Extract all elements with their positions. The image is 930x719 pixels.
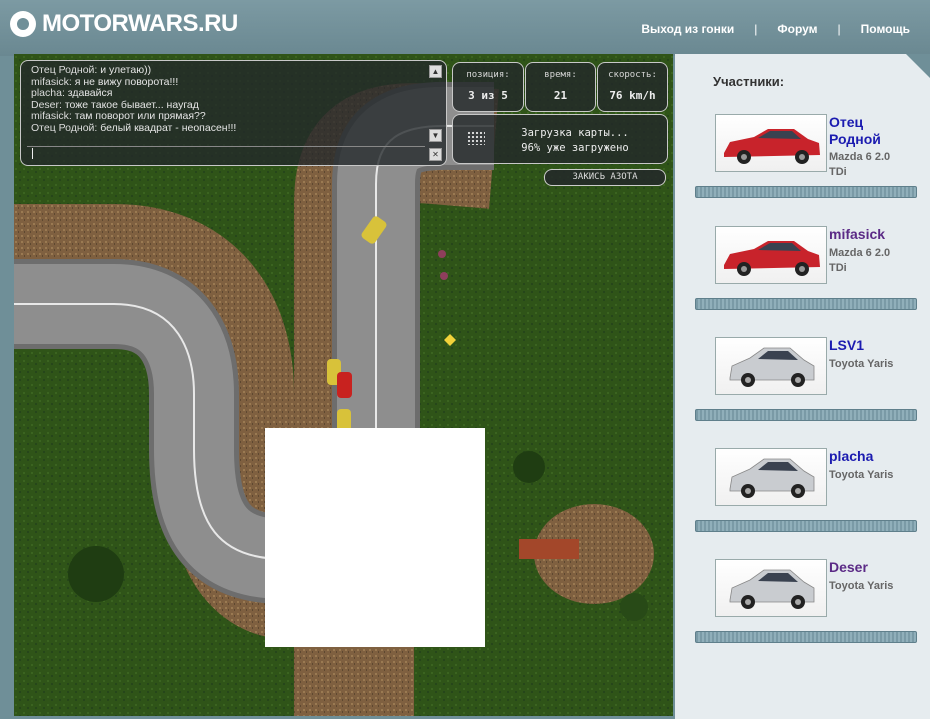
- participants-title: Участники:: [713, 74, 785, 89]
- logo-icon: [10, 11, 36, 37]
- logo-text: MOTORWARS.RU: [42, 10, 238, 37]
- text-caret: [32, 148, 33, 159]
- site-logo[interactable]: MOTORWARS.RU: [10, 10, 238, 38]
- participant-car: Toyota Yaris: [829, 358, 894, 370]
- participant-card[interactable]: placha Toyota Yaris: [695, 448, 917, 532]
- position-panel: позиция: 3 из 5: [452, 62, 524, 112]
- time-panel: время: 21: [525, 62, 596, 112]
- speed-value: 76 km/h: [609, 89, 656, 102]
- sedan-car-icon: [724, 129, 820, 164]
- car-thumbnail: [715, 559, 827, 617]
- close-icon[interactable]: ✕: [429, 148, 442, 161]
- participant-card[interactable]: mifasick Mazda 6 2.0 TDi: [695, 226, 917, 310]
- time-value: 21: [553, 89, 568, 102]
- car-thumbnail: [715, 448, 827, 506]
- participant-car: Mazda 6 2.0 TDi: [829, 247, 891, 274]
- loading-status: 96% уже загружено: [521, 142, 629, 154]
- chat-messages: Отец Родной: и улетаю)) mifasick: я не в…: [31, 64, 237, 135]
- hatchback-car-icon: [729, 458, 815, 498]
- participant-name[interactable]: placha: [829, 448, 915, 465]
- participant-progress-bar: [695, 298, 917, 310]
- participant-progress-bar: [695, 520, 917, 532]
- sedan-car-icon: [724, 241, 820, 276]
- participant-card[interactable]: LSV1 Toyota Yaris: [695, 337, 917, 421]
- participant-card[interactable]: Deser Toyota Yaris: [695, 559, 917, 643]
- nitro-button[interactable]: ЗАКИСЬ АЗОТА: [544, 169, 666, 186]
- nav-separator: |: [754, 22, 758, 36]
- participant-card[interactable]: Отец Родной Mazda 6 2.0 TDi: [695, 114, 917, 198]
- position-label: позиция:: [466, 70, 510, 80]
- car-thumbnail: [715, 337, 827, 395]
- speed-panel: скорость: 76 km/h: [597, 62, 668, 112]
- position-value: 3 из 5: [468, 89, 508, 102]
- time-label: время:: [544, 70, 577, 80]
- participant-car: Mazda 6 2.0 TDi: [829, 151, 891, 178]
- top-nav: Выход из гонки | Форум | Помощь: [641, 22, 910, 36]
- scroll-down-icon[interactable]: ▼: [429, 129, 442, 142]
- unloaded-map-tile: [265, 428, 485, 647]
- participant-car: Toyota Yaris: [829, 469, 894, 481]
- participant-name[interactable]: LSV1: [829, 337, 915, 354]
- game-canvas[interactable]: Отец Родной: и улетаю)) mifasick: я не в…: [14, 54, 673, 716]
- participant-progress-bar: [695, 409, 917, 421]
- forum-link[interactable]: Форум: [777, 22, 817, 36]
- top-bar: MOTORWARS.RU Выход из гонки | Форум | По…: [0, 0, 930, 56]
- chat-panel: Отец Родной: и улетаю)) mifasick: я не в…: [20, 60, 447, 166]
- speed-label: скорость:: [608, 70, 657, 80]
- participant-progress-bar: [695, 631, 917, 643]
- scroll-up-icon[interactable]: ▲: [429, 65, 442, 78]
- hatchback-car-icon: [729, 569, 815, 609]
- help-link[interactable]: Помощь: [861, 22, 910, 36]
- hatchback-car-icon: [729, 347, 815, 387]
- loading-title: Загрузка карты...: [521, 127, 629, 139]
- participant-name[interactable]: Отец Родной: [829, 114, 915, 148]
- participant-name[interactable]: mifasick: [829, 226, 915, 243]
- car-thumbnail: [715, 114, 827, 172]
- nav-separator: |: [837, 22, 841, 36]
- car-thumbnail: [715, 226, 827, 284]
- participant-car: Toyota Yaris: [829, 580, 894, 592]
- participants-sidebar: Участники: Отец Родной Mazda 6 2.0 TDi m…: [675, 54, 930, 719]
- participant-name[interactable]: Deser: [829, 559, 915, 576]
- exit-race-link[interactable]: Выход из гонки: [641, 22, 734, 36]
- loading-grid-icon: [467, 131, 485, 145]
- chat-message: Отец Родной: белый квадрат - неопасен!!!: [31, 121, 237, 134]
- participant-progress-bar: [695, 186, 917, 198]
- chat-input[interactable]: [27, 146, 425, 161]
- map-loading-panel: Загрузка карты... 96% уже загружено: [452, 114, 668, 164]
